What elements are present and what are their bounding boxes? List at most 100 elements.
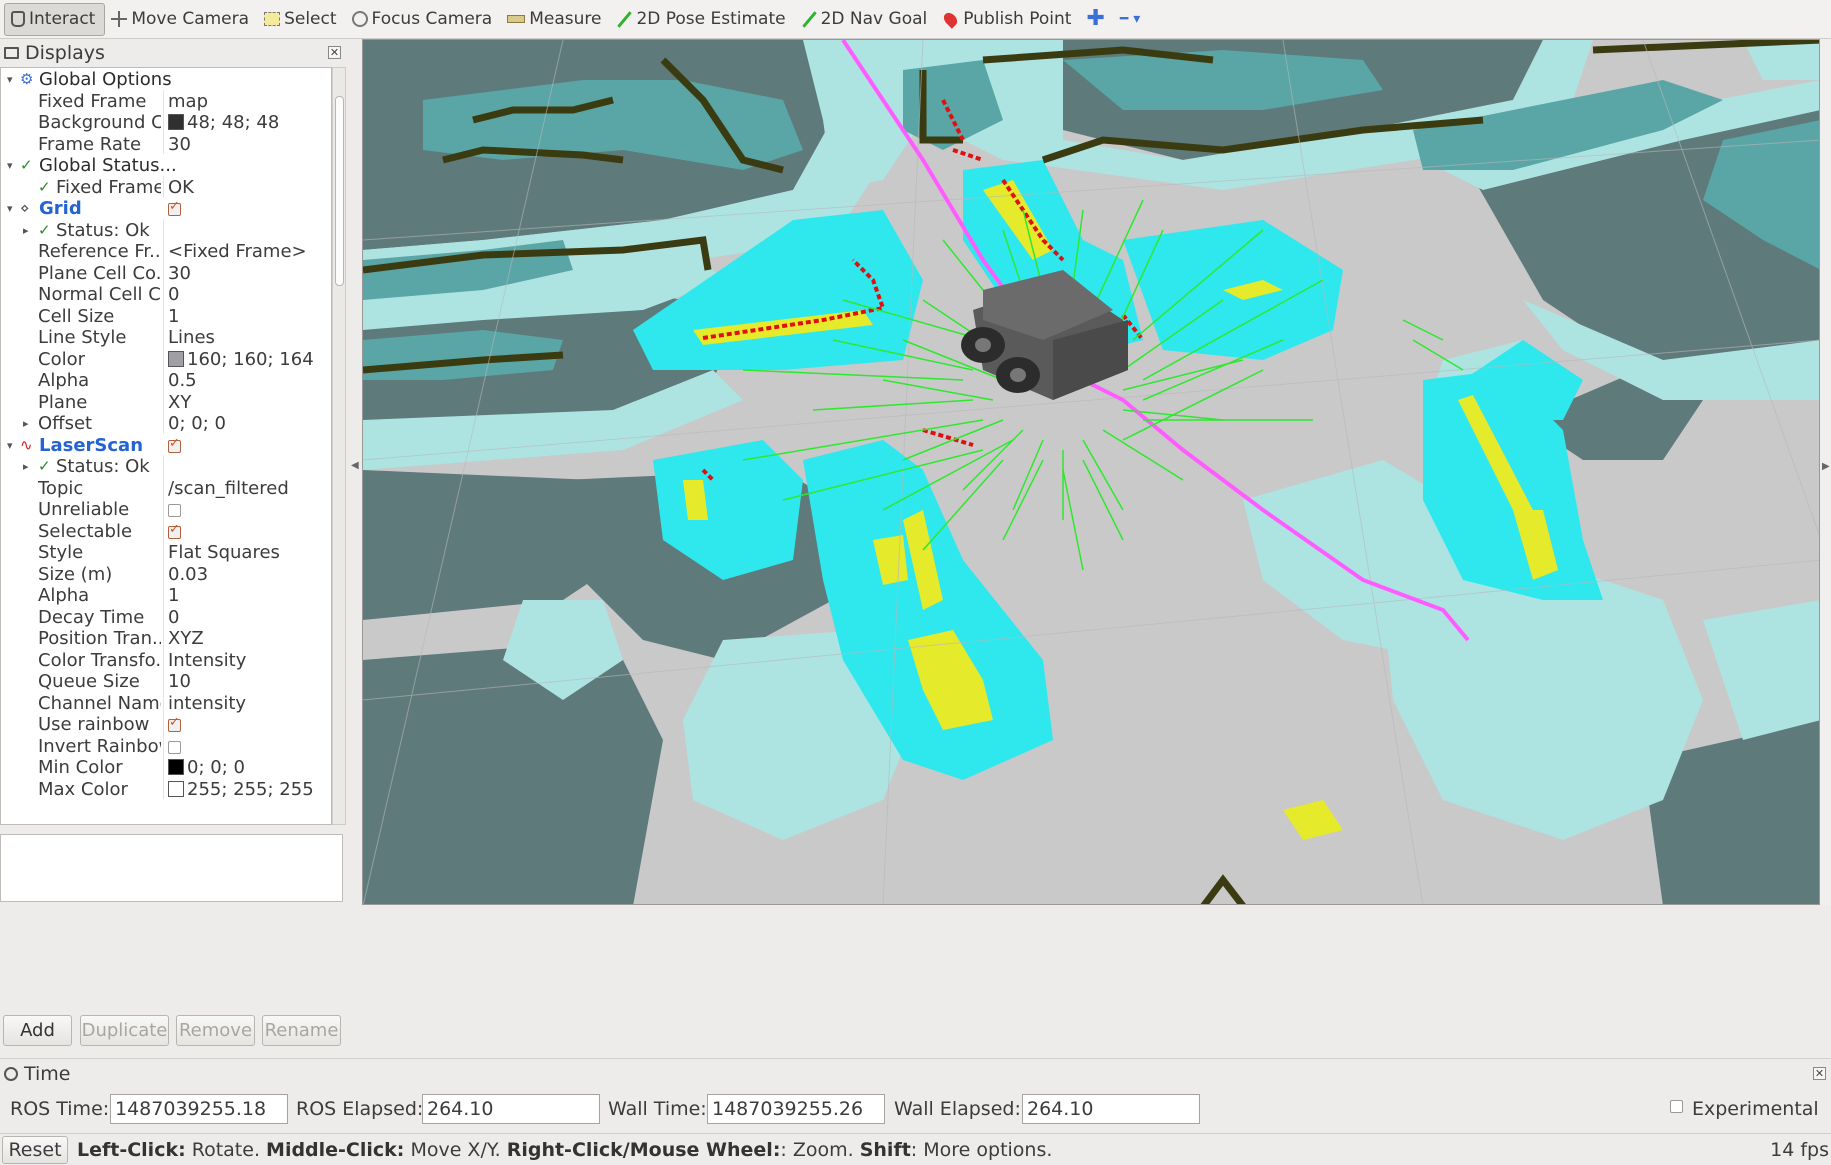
tree-row[interactable]: Alpha 0.5 [1,369,331,391]
tree-row[interactable]: ▾ ⋄ Grid [1,197,331,219]
property-value[interactable] [168,736,331,757]
property-checkbox[interactable] [168,522,181,539]
tree-row[interactable]: Alpha 1 [1,584,331,606]
wall-elapsed-field[interactable]: 264.10 [1022,1094,1200,1124]
remove-button[interactable]: Remove [176,1015,255,1046]
displays-tree[interactable]: ▾ ⚙ Global Options Fixed Frame map Background… [0,67,332,825]
property-value[interactable]: intensity [168,693,331,714]
property-checkbox[interactable] [168,199,181,216]
tree-row[interactable]: ▾ ✓ Global Status... [1,154,331,176]
splitter-right-arrow-icon[interactable]: ▶ [1822,461,1830,472]
property-value[interactable]: 0.03 [168,564,331,585]
tree-row[interactable]: Line Style Lines [1,326,331,348]
tool-focus-camera[interactable]: Focus Camera [346,3,502,36]
property-value[interactable]: 255; 255; 255 [168,779,331,800]
property-value[interactable]: 0.5 [168,370,331,391]
tree-row[interactable]: Min Color 0; 0; 0 [1,756,331,778]
tool-select[interactable]: Select [258,3,345,36]
tree-row[interactable]: Color 160; 160; 164 [1,347,331,370]
tree-row[interactable]: Topic/scan_filtered [1,476,331,499]
collapse-arrow-icon[interactable]: ▾ [7,439,17,452]
tree-row[interactable]: Size (m) 0.03 [1,562,331,585]
tree-row[interactable]: Selectable [1,519,331,542]
tree-row[interactable]: Queue Size 10 [1,670,331,692]
property-value[interactable]: XY [168,392,331,413]
property-checkbox[interactable] [168,715,181,732]
property-value[interactable]: Intensity [168,650,331,671]
tool-interact[interactable]: Interact [4,2,106,36]
tree-row[interactable]: ▸ Offset 0; 0; 0 [1,412,331,434]
tool-2d-nav-goal[interactable]: 2D Nav Goal [795,3,937,36]
tree-scrollbar[interactable] [332,67,346,825]
tree-row[interactable]: Plane Cell Co... 30 [1,261,331,284]
collapse-arrow-icon[interactable]: ▾ [7,159,17,172]
property-value[interactable]: 30 [168,263,331,284]
property-value[interactable]: map [168,91,331,112]
rename-button[interactable]: Rename [262,1015,341,1046]
property-checkbox[interactable] [168,504,181,517]
tree-row[interactable]: Cell Size 1 [1,304,331,327]
property-value[interactable] [168,521,331,542]
tree-row[interactable]: ▾ ⚙ Global Options [1,68,331,90]
property-value[interactable]: 0 [168,284,331,305]
ros-time-field[interactable]: 1487039255.18 [110,1094,288,1124]
tree-row[interactable]: ▸ ✓ Status: Ok [1,218,331,241]
property-value[interactable]: Lines [168,327,331,348]
tree-row[interactable]: Fixed Frame map [1,89,331,112]
add-button[interactable]: Add [3,1015,72,1046]
tool-publish-point[interactable]: Publish Point [936,3,1080,36]
add-tool-icon[interactable]: ✚ [1080,3,1113,36]
tree-row[interactable]: Use rainbow [1,713,331,735]
reset-button[interactable]: Reset [2,1136,68,1164]
property-value[interactable]: 0 [168,607,331,628]
property-value[interactable]: Flat Squares [168,542,331,563]
duplicate-button[interactable]: Duplicate [80,1015,169,1046]
property-value[interactable]: 48; 48; 48 [168,112,331,133]
collapse-arrow-icon[interactable]: ▾ [7,202,17,215]
close-icon[interactable]: ✕ [328,46,341,59]
property-value[interactable] [168,435,331,456]
tree-row[interactable]: Unreliable [1,498,331,520]
collapse-arrow-icon[interactable]: ▾ [7,73,17,86]
render-viewport[interactable] [362,39,1820,905]
tree-row[interactable]: Reference Fr... <Fixed Frame> [1,240,331,262]
tree-row[interactable]: Channel Name intensity [1,691,331,714]
tree-row[interactable]: Position Tran... XYZ [1,627,331,649]
property-value[interactable]: OK [168,177,331,198]
color-swatch[interactable] [168,759,184,775]
property-value[interactable]: XYZ [168,628,331,649]
tree-row[interactable]: Decay Time 0 [1,605,331,628]
color-swatch[interactable] [168,114,184,130]
tree-row[interactable]: Background C... 48; 48; 48 [1,111,331,133]
property-value[interactable]: 1 [168,306,331,327]
expand-arrow-icon[interactable]: ▸ [23,460,33,473]
property-value[interactable]: <Fixed Frame> [168,241,331,262]
ros-elapsed-field[interactable]: 264.10 [422,1094,600,1124]
property-value[interactable]: 10 [168,671,331,692]
property-value[interactable]: 30 [168,134,331,155]
scrollbar-thumb[interactable] [335,96,344,286]
tree-row[interactable]: Frame Rate 30 [1,132,331,155]
splitter-left-arrow-icon[interactable]: ◀ [351,460,359,471]
expand-arrow-icon[interactable]: ▸ [23,224,33,237]
tool-measure[interactable]: Measure [501,3,610,36]
tree-row[interactable]: ▸ ✓ Status: Ok [1,455,331,477]
property-value[interactable]: 0; 0; 0 [168,413,331,434]
property-value[interactable]: 0; 0; 0 [168,757,331,778]
experimental-checkbox[interactable] [1670,1100,1683,1113]
property-value[interactable] [168,714,331,735]
property-value[interactable]: /scan_filtered [168,478,331,499]
tree-row[interactable]: Style Flat Squares [1,541,331,563]
tree-row[interactable]: Color Transfo... Intensity [1,648,331,671]
property-value[interactable]: 160; 160; 164 [168,349,331,370]
property-value[interactable] [168,198,331,219]
close-icon[interactable]: ✕ [1813,1067,1826,1080]
remove-tool-icon[interactable]: ━ ▾ [1114,3,1149,36]
tree-row[interactable]: Normal Cell C... 0 [1,283,331,305]
property-checkbox[interactable] [168,436,181,453]
tool-2d-pose-estimate[interactable]: 2D Pose Estimate [610,3,794,36]
color-swatch[interactable] [168,350,184,367]
expand-arrow-icon[interactable]: ▸ [23,417,33,430]
tree-row[interactable]: Invert Rainbow [1,734,331,757]
tool-move-camera[interactable]: Move Camera [105,3,258,36]
